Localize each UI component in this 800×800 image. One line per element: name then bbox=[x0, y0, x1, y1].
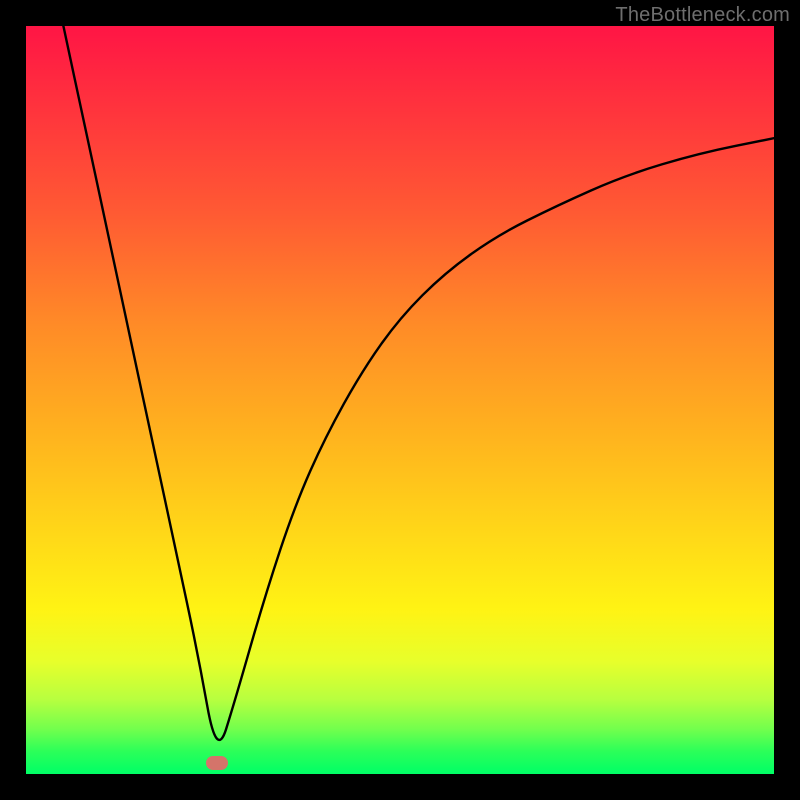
bottleneck-curve bbox=[26, 26, 774, 774]
optimal-marker bbox=[206, 756, 228, 770]
watermark-text: TheBottleneck.com bbox=[615, 4, 790, 27]
chart-frame: TheBottleneck.com bbox=[0, 0, 800, 800]
plot-area bbox=[26, 26, 774, 774]
